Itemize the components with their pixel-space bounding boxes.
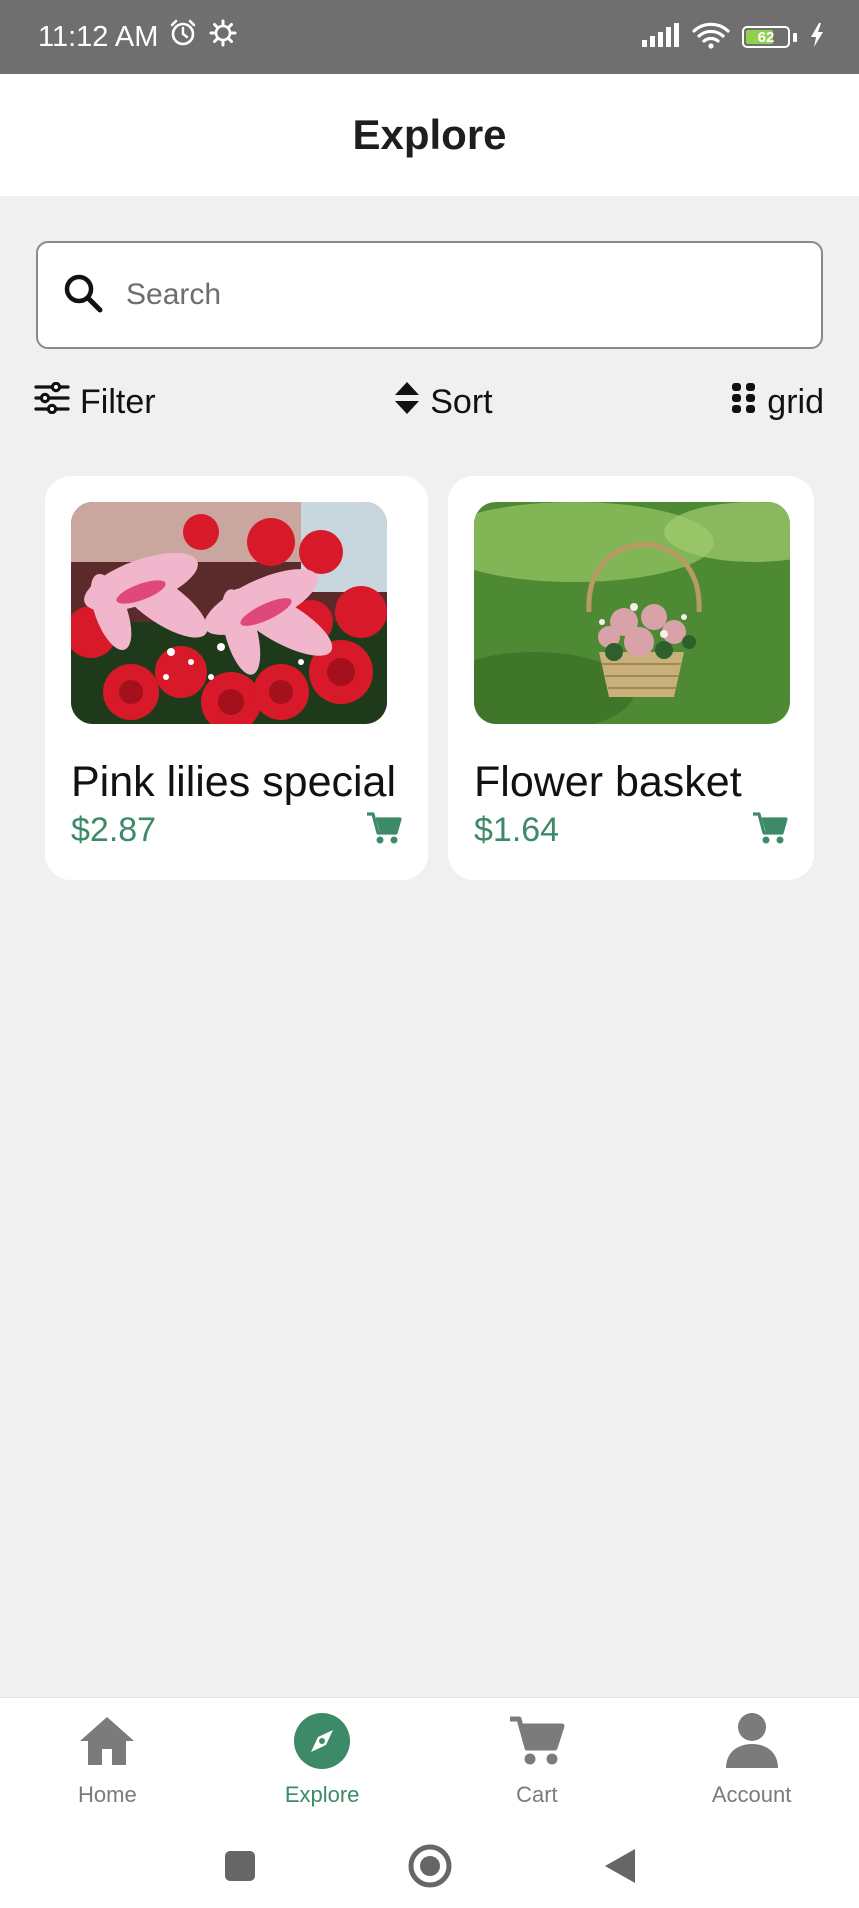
search-icon	[62, 272, 104, 319]
settings-icon	[208, 18, 238, 56]
wifi-icon	[692, 21, 730, 54]
nav-item-account[interactable]: Account	[644, 1698, 859, 1829]
account-icon	[721, 1710, 783, 1772]
alarm-icon	[168, 18, 198, 56]
product-footer: $1.64	[474, 811, 788, 850]
add-to-cart-icon[interactable]	[752, 811, 788, 850]
product-footer: $2.87	[71, 811, 402, 850]
nav-item-explore[interactable]: Explore	[215, 1698, 430, 1829]
compass-icon	[291, 1710, 353, 1772]
app-header: Explore	[0, 74, 859, 196]
back-button[interactable]	[603, 1847, 637, 1890]
battery-icon: 62	[742, 26, 790, 48]
product-card[interactable]: Pink lilies special $2.87	[45, 476, 428, 880]
nav-label-cart: Cart	[516, 1782, 558, 1807]
battery-tip	[793, 32, 797, 42]
grid-dots-icon	[731, 382, 757, 423]
status-bar: 11:12 AM 62	[0, 0, 859, 74]
page-title: Explore	[352, 111, 507, 158]
view-label: grid	[767, 382, 824, 421]
charging-icon	[809, 22, 825, 53]
nav-label-home: Home	[78, 1782, 137, 1807]
sort-icon	[394, 381, 420, 424]
product-image-flower-basket[interactable]	[474, 502, 790, 724]
sort-button[interactable]: Sort	[394, 381, 493, 424]
product-price: $2.87	[71, 811, 157, 849]
list-controls: Filter Sort grid	[34, 375, 824, 429]
nav-label-explore: Explore	[284, 1782, 360, 1807]
recents-button[interactable]	[223, 1849, 257, 1888]
bottom-nav: Home Explore Cart Account	[0, 1697, 859, 1829]
filter-button[interactable]: Filter	[34, 381, 156, 423]
view-toggle-button[interactable]: grid	[731, 382, 824, 423]
signal-icon	[640, 22, 680, 53]
search-box[interactable]	[36, 241, 823, 349]
nav-item-home[interactable]: Home	[0, 1698, 215, 1829]
system-nav-bar	[0, 1828, 859, 1908]
filter-icon	[34, 381, 70, 423]
home-system-button[interactable]	[407, 1843, 453, 1894]
add-to-cart-icon[interactable]	[366, 811, 402, 850]
status-time: 11:12 AM	[38, 20, 159, 53]
product-price: $1.64	[474, 811, 560, 849]
product-name: Flower basket	[474, 758, 742, 806]
product-card[interactable]: Flower basket $1.64	[448, 476, 814, 880]
nav-item-cart[interactable]: Cart	[430, 1698, 645, 1829]
product-name: Pink lilies special	[71, 758, 397, 806]
status-right: 62	[640, 21, 825, 54]
search-input[interactable]	[124, 277, 768, 313]
status-left: 11:12 AM	[38, 18, 238, 56]
sort-label: Sort	[430, 382, 493, 421]
nav-label-account: Account	[711, 1782, 792, 1807]
battery-level: 62	[757, 28, 775, 46]
cart-icon	[506, 1710, 568, 1772]
product-image-pink-lilies[interactable]	[71, 502, 387, 724]
filter-label: Filter	[80, 382, 156, 421]
home-icon	[76, 1710, 138, 1772]
